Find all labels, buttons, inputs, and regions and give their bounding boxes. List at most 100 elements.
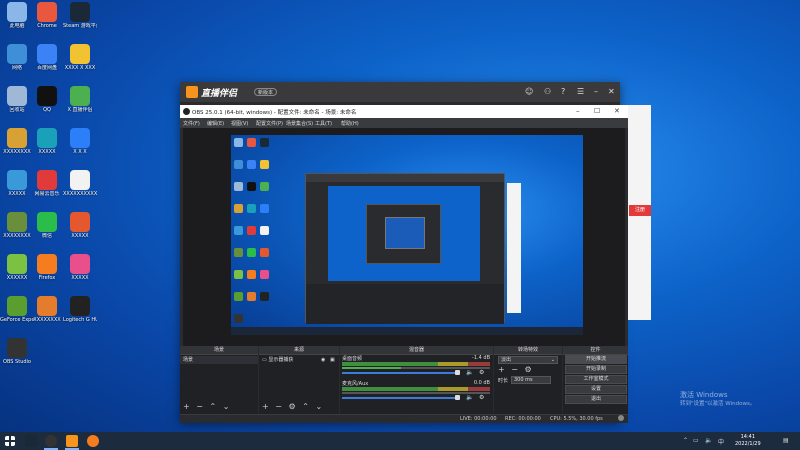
desktop-icon[interactable]: XXXXXXXX (0, 128, 34, 155)
avatar-icon[interactable]: ☺ (525, 87, 533, 97)
track-name: 麦克风/Aux (342, 381, 369, 387)
close-icon[interactable]: ✕ (608, 87, 615, 97)
firefox-taskbar-icon[interactable] (87, 435, 99, 447)
speaker-icon[interactable]: 🔈 (466, 369, 473, 376)
up-icon[interactable]: ⌃ (302, 402, 309, 411)
desktop-icon[interactable]: XXXXXXXX (30, 296, 64, 323)
speaker-icon[interactable]: 🔈 (466, 394, 473, 401)
desktop-icon[interactable]: XXXXXXXX (0, 212, 34, 239)
menu-item[interactable]: 编辑(E) (207, 120, 224, 127)
control-button[interactable]: 设置 (565, 385, 627, 394)
desktop-icon[interactable]: X X X (63, 128, 97, 155)
volume-slider[interactable] (342, 397, 460, 399)
down-icon[interactable]: ⌄ (315, 402, 322, 411)
captured-desktop-icon (247, 248, 256, 257)
eye-icon[interactable]: ◉ (321, 356, 325, 364)
obs-preview[interactable] (183, 128, 625, 346)
mixer-dock-header: 混音器 (340, 346, 493, 354)
tray-chevron-icon[interactable]: ⌃ (683, 437, 688, 444)
volume-slider-handle[interactable] (455, 370, 460, 375)
gear-icon[interactable]: ⚙ (479, 369, 484, 376)
desktop-icon[interactable]: XXXXX (63, 254, 97, 281)
control-button[interactable]: 开始推流 (565, 355, 627, 364)
desktop-icon[interactable]: X 直播伴侣 (63, 86, 97, 113)
desktop-icon[interactable]: QQ (30, 86, 64, 113)
steam-taskbar-icon[interactable] (25, 435, 37, 447)
desktop-icon[interactable]: Firefox (30, 254, 64, 281)
taskbar: ⌃ ▭ 🔈 中 14:41 2022/1/29 ▤ (0, 432, 800, 450)
shirt-icon[interactable]: ⚇ (544, 87, 551, 97)
desktop-icon[interactable]: XXXX X XXX (63, 44, 97, 71)
control-button[interactable]: 开始录制 (565, 365, 627, 374)
volume-icon[interactable]: 🔈 (705, 437, 712, 444)
minimize-icon[interactable]: – (576, 107, 580, 115)
gear-icon[interactable]: ⚙ (525, 365, 532, 374)
add-icon[interactable]: + (498, 365, 505, 374)
remove-icon[interactable]: − (511, 365, 518, 374)
menu-item[interactable]: 工具(T) (315, 120, 332, 127)
volume-slider-handle[interactable] (455, 395, 460, 400)
version-badge[interactable]: 新版本 (254, 88, 278, 96)
app-icon (7, 128, 27, 148)
help-icon[interactable]: ? (561, 87, 565, 97)
desktop-icon[interactable]: GeForce Experience (0, 296, 34, 323)
desktop-icon[interactable]: 此电脑 (0, 2, 34, 29)
duration-field[interactable]: 300 ms (511, 376, 551, 384)
captured-desktop-icon (260, 292, 269, 301)
clock[interactable]: 14:41 2022/1/29 (735, 434, 761, 448)
minimize-icon[interactable]: – (594, 87, 598, 97)
nested-preview-3 (385, 217, 425, 249)
app-icon (7, 170, 27, 190)
control-button[interactable]: 退出 (565, 395, 627, 404)
desktop-icon[interactable]: 百度网盘 (30, 44, 64, 71)
desktop-icon[interactable]: XXXXX (30, 128, 64, 155)
desktop-icon-label: XXXXXX (6, 275, 28, 281)
menu-item[interactable]: 视图(V) (231, 120, 248, 127)
menu-icon[interactable]: ☰ (577, 87, 584, 97)
remove-icon[interactable]: − (196, 402, 203, 411)
close-icon[interactable]: ✕ (614, 107, 620, 115)
network-icon[interactable]: ▭ (693, 437, 699, 444)
menu-item[interactable]: 场景集合(S) (286, 120, 313, 127)
register-button[interactable]: 注册 (629, 205, 651, 216)
add-icon[interactable]: + (262, 402, 269, 411)
control-button[interactable]: 工作室模式 (565, 375, 627, 384)
desktop-icon[interactable]: 网易云音乐 (30, 170, 64, 197)
notification-icon[interactable]: ▤ (783, 437, 789, 444)
scene-item[interactable]: 场景 (180, 356, 258, 364)
volume-slider[interactable] (342, 372, 460, 374)
desktop-icon[interactable]: 回收站 (0, 86, 34, 113)
down-icon[interactable]: ⌄ (223, 402, 230, 411)
desktop-icon[interactable]: XXXXXXXXXX (63, 170, 97, 197)
desktop-icon[interactable]: Steam 游戏平台 (63, 2, 97, 29)
menu-item[interactable]: 文件(F) (183, 120, 200, 127)
remove-icon[interactable]: − (275, 402, 282, 411)
start-icon[interactable] (5, 436, 15, 446)
source-item[interactable]: ▭ 显示器捕获 ◉ ▣ (259, 356, 339, 364)
lock-icon[interactable]: ▣ (330, 356, 335, 364)
menu-item[interactable]: 配置文件(P) (256, 120, 283, 127)
maximize-icon[interactable]: ☐ (594, 107, 600, 115)
desktop-icon[interactable]: XXXXX (0, 170, 34, 197)
obs-taskbar-icon[interactable] (45, 435, 57, 447)
desktop-icon[interactable]: XXXXXX (0, 254, 34, 281)
desktop-icon[interactable]: Logitech G HUB (63, 296, 97, 323)
desktop-icon-label: Firefox (38, 275, 56, 281)
desktop-icon[interactable]: 微信 (30, 212, 64, 239)
transition-select[interactable]: 淡出 ⌄ (498, 356, 558, 364)
live-helper-taskbar-icon[interactable] (66, 435, 78, 447)
desktop-icon[interactable]: OBS Studio (0, 338, 34, 365)
up-icon[interactable]: ⌃ (210, 402, 217, 411)
desktop-icon[interactable]: Chrome (30, 2, 64, 29)
gear-icon[interactable]: ⚙ (289, 402, 296, 411)
desktop-icon[interactable]: XXXXX (63, 212, 97, 239)
captured-desktop-icon (247, 182, 256, 191)
add-icon[interactable]: + (183, 402, 190, 411)
ime-icon[interactable]: 中 (718, 437, 724, 446)
desktop-icon[interactable]: 网络 (0, 44, 34, 71)
gear-icon[interactable]: ⚙ (479, 394, 484, 401)
captured-desktop-icon (247, 292, 256, 301)
captured-desktop-icon (234, 314, 243, 323)
source-label: 显示器捕获 (268, 357, 294, 363)
menu-item[interactable]: 帮助(H) (341, 120, 359, 127)
